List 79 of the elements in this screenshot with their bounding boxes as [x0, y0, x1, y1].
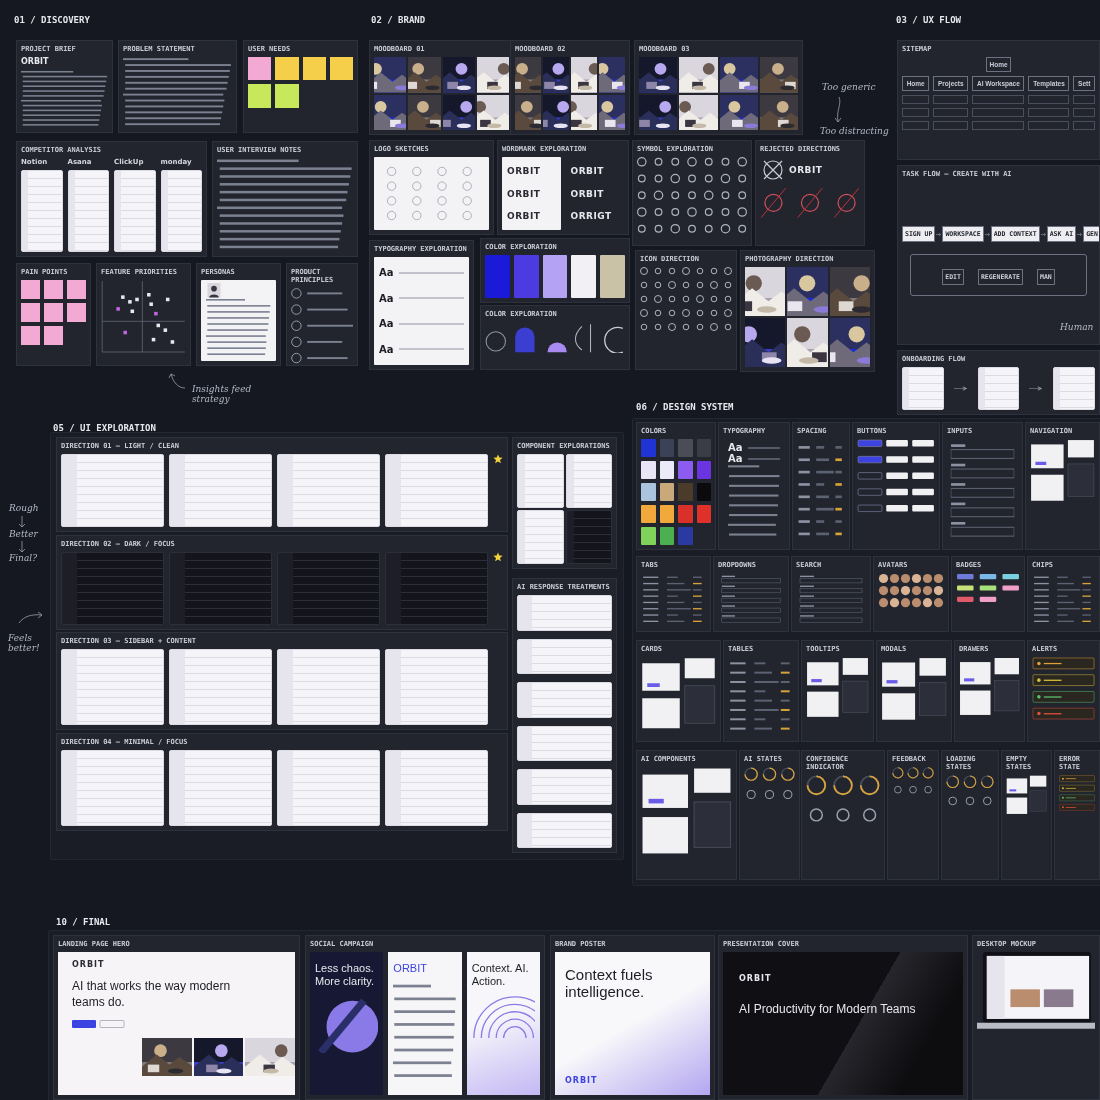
component-samples-drawing [806, 657, 869, 718]
arrow-icon [1077, 231, 1083, 237]
arrow-icon [832, 96, 844, 124]
wordmark-text: ORBIT [570, 166, 605, 177]
sitemap-node [1073, 95, 1096, 105]
section-title: 05 / UI EXPLORATION [53, 423, 156, 433]
text-lines-drawing [206, 297, 271, 358]
section-title: 06 / DESIGN SYSTEM [636, 402, 734, 412]
sitemap-node [1028, 121, 1070, 131]
handwritten-note: Final? [9, 553, 37, 564]
type-sample: Aa [379, 318, 394, 330]
type-sample: Aa [728, 442, 743, 454]
logo-text: ORBIT [739, 974, 773, 984]
wordmark-text: ORBIT [507, 188, 542, 199]
rejected-wordmark: ORBIT [789, 165, 823, 176]
indicator-samples-drawing [892, 767, 934, 794]
sitemap-node [1073, 121, 1096, 131]
sitemap-node [972, 95, 1025, 105]
indicator-samples-drawing [946, 775, 994, 806]
hero-headline: AI that works the way modern teams do. [72, 979, 232, 1011]
wordmark-text: ORBIT [570, 188, 605, 199]
sitemap-node [1073, 108, 1096, 118]
handwritten-note: Human [1060, 322, 1094, 333]
wordmark-text: ORBIT [507, 166, 542, 177]
alert-samples-drawing [1032, 657, 1095, 721]
sitemap-node [1028, 95, 1070, 105]
arrow-icon [984, 231, 990, 237]
type-sample: Aa [379, 343, 394, 355]
type-sample: Aa [379, 292, 394, 304]
sitemap-node [1028, 108, 1070, 118]
handwritten-note: Too distracting [820, 126, 889, 137]
buttons-drawing [72, 1020, 126, 1029]
sitemap-node [902, 108, 930, 118]
post-text: ORBIT [393, 962, 428, 975]
sitemap-node [933, 108, 969, 118]
sitemap-node [902, 95, 930, 105]
section-title: 01 / DISCOVERY [14, 15, 90, 25]
handwritten-note: Better [9, 529, 38, 540]
avatar-icon [206, 283, 222, 298]
section-title: 03 / UX FLOW [896, 15, 962, 25]
arrow-icon [18, 610, 44, 624]
arrow-icon [1040, 231, 1046, 237]
badge-samples-drawing [956, 573, 1020, 603]
arrow-icon [18, 541, 26, 553]
type-sample: Aa [728, 453, 743, 465]
sitemap-node [972, 121, 1025, 131]
section-title: 02 / BRAND [371, 15, 426, 25]
indicator-samples-drawing [744, 767, 795, 800]
avatar-samples-drawing [878, 573, 944, 609]
slide-title: AI Productivity for Modern Teams [739, 1003, 917, 1017]
arrow-icon [18, 516, 26, 528]
handwritten-note: Rough [9, 503, 39, 514]
post-text: Less chaos. More clarity. [315, 962, 376, 988]
project-name: ORBIT [21, 57, 50, 67]
sitemap-node [972, 108, 1025, 118]
ripple-drawing [471, 995, 535, 1039]
alert-samples-drawing [1059, 775, 1095, 812]
arrow-icon [168, 372, 186, 390]
wordmark-text: ORBIT [507, 210, 542, 221]
logo-text: ORBIT [72, 960, 106, 970]
component-samples-drawing [881, 657, 947, 721]
sitemap-node [933, 95, 969, 105]
component-samples-drawing [1030, 439, 1095, 502]
sitemap-node [933, 121, 969, 131]
poster-headline: Context fuels intelligence. [565, 966, 654, 1001]
arrow-icon [953, 386, 968, 391]
sitemap-node [902, 121, 930, 131]
arrow-icon [936, 231, 942, 237]
type-sample: Aa [379, 267, 394, 279]
handwritten-note: Feels better! [8, 633, 41, 654]
component-samples-drawing [1006, 775, 1047, 815]
section-title: 10 / FINAL [56, 917, 111, 927]
post-text: Context. AI. Action. [471, 962, 530, 988]
arrow-icon [1029, 386, 1044, 391]
logo-text: ORBIT [565, 1076, 599, 1085]
wordmark-text: ORRIGT [570, 210, 613, 221]
handwritten-note: Too generic [822, 82, 876, 93]
handwritten-note: Insights feed strategy [192, 384, 253, 405]
component-samples-drawing [959, 657, 1020, 716]
